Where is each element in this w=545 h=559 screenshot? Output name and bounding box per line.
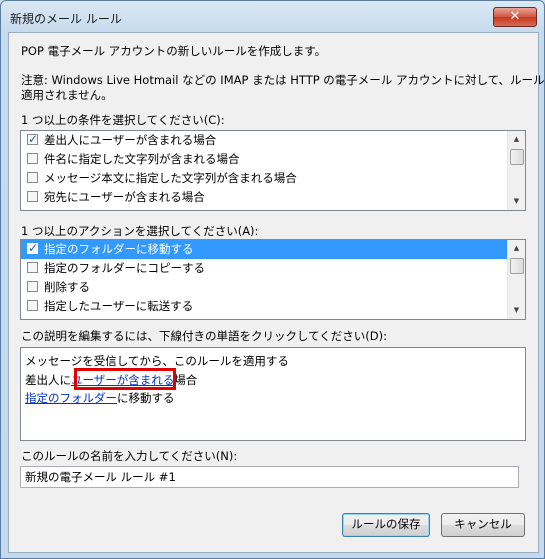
rule-name-label: このルールの名前を入力してください(N):: [21, 449, 238, 463]
close-button[interactable]: ✕: [493, 7, 537, 27]
scroll-down-icon[interactable]: ▼: [508, 302, 525, 319]
action-item[interactable]: 指定のフォルダーにコピーする: [21, 259, 514, 278]
condition-label: 宛先にユーザーが含まれる場合: [44, 190, 205, 204]
description-text: 差出人に: [25, 373, 71, 387]
description-line-1: メッセージを受信してから、このルールを適用する: [25, 354, 289, 368]
action-label: 指定したユーザーに転送する: [44, 299, 194, 313]
action-item[interactable]: 削除する: [21, 278, 514, 297]
rule-name-input[interactable]: 新規の電子メール ルール #1: [20, 466, 519, 488]
action-checkbox[interactable]: [27, 300, 38, 311]
condition-checkbox[interactable]: [27, 153, 38, 164]
condition-item[interactable]: 件名に指定した文字列が含まれる場合: [21, 150, 514, 169]
condition-label: メッセージ本文に指定した文字列が含まれる場合: [44, 171, 297, 185]
dialog-window: 新規のメール ルール ✕ POP 電子メール アカウントの新しいルールを作成しま…: [0, 0, 545, 559]
action-checkbox[interactable]: [27, 281, 38, 292]
action-checkbox[interactable]: [27, 240, 38, 258]
title-bar[interactable]: 新規のメール ルール ✕: [1, 1, 544, 31]
description-text: に移動する: [117, 391, 175, 405]
cancel-button[interactable]: キャンセル: [441, 513, 525, 537]
rule-description-box: メッセージを受信してから、このルールを適用する 差出人にユーザーが含まれる場合 …: [20, 347, 526, 441]
specified-folder-link[interactable]: 指定のフォルダー: [25, 391, 117, 405]
description-text: 場合: [174, 373, 198, 387]
save-rule-button[interactable]: ルールの保存: [342, 513, 430, 537]
note-line-2: 適用されません。: [21, 88, 113, 102]
highlight-box: [74, 368, 176, 390]
window-title: 新規のメール ルール: [10, 12, 122, 26]
action-item[interactable]: 指定したユーザーに転送する: [21, 297, 514, 316]
actions-list[interactable]: 指定のフォルダーに移動する 指定のフォルダーにコピーする 削除する 指定したユー…: [20, 239, 526, 320]
intro-text: POP 電子メール アカウントの新しいルールを作成します。: [21, 44, 327, 58]
condition-item[interactable]: 宛先にユーザーが含まれる場合: [21, 188, 514, 207]
description-label: この説明を編集するには、下線付きの単語をクリックしてください(D):: [21, 329, 388, 343]
condition-label: 件名に指定した文字列が含まれる場合: [44, 152, 240, 166]
actions-label: 1 つ以上のアクションを選択してください(A):: [21, 224, 259, 238]
scroll-thumb[interactable]: [510, 258, 524, 274]
scroll-up-icon[interactable]: ▲: [508, 240, 525, 257]
condition-checkbox[interactable]: [27, 131, 38, 149]
action-item[interactable]: 指定のフォルダーに移動する: [21, 240, 514, 259]
action-label: 指定のフォルダーにコピーする: [44, 261, 205, 275]
scroll-up-icon[interactable]: ▲: [508, 131, 525, 148]
conditions-list[interactable]: 差出人にユーザーが含まれる場合 件名に指定した文字列が含まれる場合 メッセージ本…: [20, 130, 526, 211]
description-line-3: 指定のフォルダーに移動する: [25, 390, 175, 406]
action-label: 指定のフォルダーに移動する: [44, 242, 194, 256]
dialog-body: POP 電子メール アカウントの新しいルールを作成します。 注意: Window…: [8, 32, 545, 553]
condition-item[interactable]: メッセージ本文に指定した文字列が含まれる場合: [21, 169, 514, 188]
condition-item[interactable]: 差出人にユーザーが含まれる場合: [21, 131, 514, 150]
conditions-label: 1 つ以上の条件を選択してください(C):: [21, 113, 225, 127]
conditions-scrollbar[interactable]: ▲ ▼: [507, 131, 525, 210]
condition-checkbox[interactable]: [27, 191, 38, 202]
condition-label: 差出人にユーザーが含まれる場合: [44, 133, 217, 147]
scroll-thumb[interactable]: [510, 149, 524, 165]
actions-scrollbar[interactable]: ▲ ▼: [507, 240, 525, 319]
action-checkbox[interactable]: [27, 262, 38, 273]
action-label: 削除する: [44, 280, 90, 294]
scroll-down-icon[interactable]: ▼: [508, 193, 525, 210]
note-line-1: 注意: Windows Live Hotmail などの IMAP または HT…: [21, 73, 545, 87]
condition-checkbox[interactable]: [27, 172, 38, 183]
